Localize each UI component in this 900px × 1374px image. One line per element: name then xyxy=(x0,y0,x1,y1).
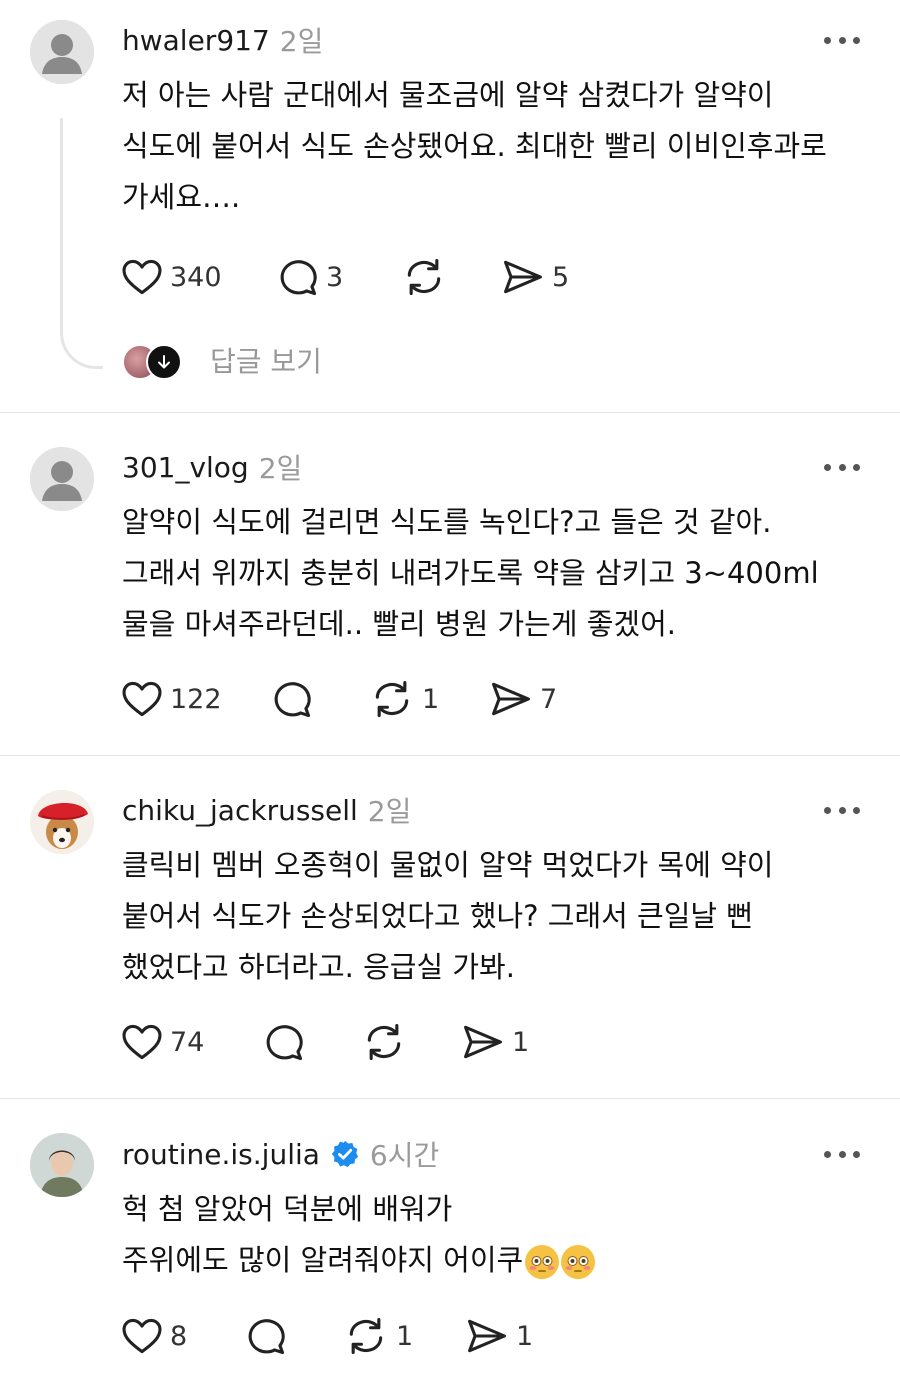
repost-button[interactable]: 1 xyxy=(342,1312,413,1360)
flushed-face-emoji-icon xyxy=(561,1245,596,1279)
timestamp: 2일 xyxy=(258,452,303,485)
view-replies-label[interactable]: 답글 보기 xyxy=(210,340,322,380)
heart-icon xyxy=(122,259,162,295)
like-count: 74 xyxy=(170,1026,205,1058)
comment-line: 했었다고 하더라고. 응급실 가봐. xyxy=(122,950,515,984)
reply-button[interactable] xyxy=(262,1018,312,1066)
like-count: 122 xyxy=(170,683,222,715)
send-icon xyxy=(492,682,530,716)
repost-icon xyxy=(349,1317,383,1355)
dog-photo-avatar-icon xyxy=(30,790,94,854)
repost-count: 1 xyxy=(396,1320,414,1352)
repost-count: 1 xyxy=(422,683,440,715)
like-button[interactable]: 340 xyxy=(120,253,222,301)
share-button[interactable]: 7 xyxy=(488,675,557,723)
avatar[interactable] xyxy=(30,1133,94,1197)
more-options-icon[interactable] xyxy=(824,1144,860,1164)
comment-line: 저 아는 사람 군대에서 물조금에 알약 삼켰다가 알약이 xyxy=(122,78,774,112)
comment-3: chiku_jackrussell 2일 클릭비 멤버 오종혁이 물없이 알약 … xyxy=(0,756,900,1098)
comment-line: 주위에도 많이 알려줘야지 어이쿠 xyxy=(122,1235,882,1286)
share-count: 1 xyxy=(516,1320,534,1352)
comment-line: 그래서 위까지 충분히 내려가도록 약을 삼키고 3~400ml xyxy=(122,556,819,590)
repost-icon xyxy=(407,258,441,296)
comment-header: 301_vlog 2일 xyxy=(122,445,302,489)
share-button[interactable]: 1 xyxy=(464,1312,533,1360)
username[interactable]: chiku_jackrussell xyxy=(122,794,358,827)
more-options-icon[interactable] xyxy=(824,457,860,477)
default-person-avatar-icon xyxy=(30,447,94,511)
timestamp: 6시간 xyxy=(369,1139,440,1172)
reply-button[interactable]: 3 xyxy=(276,253,343,301)
comment-header: hwaler917 2일 xyxy=(122,18,323,62)
repost-icon xyxy=(375,680,409,718)
share-button[interactable]: 5 xyxy=(500,253,569,301)
comment-text: 알약이 식도에 걸리면 식도를 녹인다?고 들은 것 같아. 그래서 위까지 충… xyxy=(122,497,882,650)
comment-header: routine.is.julia 6시간 xyxy=(122,1132,439,1176)
timestamp: 2일 xyxy=(279,25,324,58)
comment-text: 클릭비 멤버 오종혁이 물없이 알약 먹었다가 목에 약이 붙어서 식도가 손상… xyxy=(122,840,882,993)
thread-line xyxy=(60,118,103,369)
more-options-icon[interactable] xyxy=(824,800,860,820)
view-replies[interactable]: 답글 보기 xyxy=(120,338,322,382)
reply-button[interactable] xyxy=(244,1312,294,1360)
repost-icon xyxy=(367,1023,401,1061)
comment-line: 알약이 식도에 걸리면 식도를 녹인다?고 들은 것 같아. xyxy=(122,505,772,539)
heart-icon xyxy=(122,1024,162,1060)
avatar[interactable] xyxy=(30,447,94,511)
like-button[interactable]: 74 xyxy=(120,1018,204,1066)
repost-button[interactable]: 1 xyxy=(368,675,439,723)
comment-text: 저 아는 사람 군대에서 물조금에 알약 삼켰다가 알약이 식도에 붙어서 식도… xyxy=(122,70,882,223)
share-button[interactable]: 1 xyxy=(460,1018,529,1066)
comment-bubble-icon xyxy=(280,260,317,296)
more-options-icon[interactable] xyxy=(824,30,860,50)
person-photo-avatar-icon xyxy=(30,1133,94,1197)
comment-line-text: 주위에도 많이 알려줘야지 어이쿠 xyxy=(122,1243,524,1277)
comment-line: 붙어서 식도가 손상되었다고 했나? 그래서 큰일날 뻔 xyxy=(122,899,753,933)
avatar[interactable] xyxy=(30,20,94,84)
reply-button[interactable] xyxy=(270,675,320,723)
avatar[interactable] xyxy=(30,790,94,854)
comment-line: 가세요…. xyxy=(122,180,241,214)
heart-icon xyxy=(122,681,162,717)
username[interactable]: routine.is.julia xyxy=(122,1138,320,1171)
repost-button[interactable] xyxy=(360,1018,414,1066)
comment-4: routine.is.julia 6시간 헉 첨 알았어 덕분에 배워가 주위에… xyxy=(0,1099,900,1374)
comment-line: 클릭비 멤버 오종혁이 물없이 알약 먹었다가 목에 약이 xyxy=(122,848,774,882)
send-icon xyxy=(464,1025,502,1059)
share-count: 1 xyxy=(512,1026,530,1058)
comment-bubble-icon xyxy=(266,1025,303,1061)
reply-avatars xyxy=(120,342,188,380)
like-button[interactable]: 122 xyxy=(120,675,222,723)
username[interactable]: hwaler917 xyxy=(122,24,270,57)
like-count: 340 xyxy=(170,261,222,293)
comment-line: 물을 마셔주라던데.. 빨리 병원 가는게 좋겠어. xyxy=(122,607,676,641)
comment-line: 헉 첨 알았어 덕분에 배워가 xyxy=(122,1192,453,1226)
like-button[interactable]: 8 xyxy=(120,1312,187,1360)
send-icon xyxy=(468,1319,506,1353)
username[interactable]: 301_vlog xyxy=(122,451,249,484)
timestamp: 2일 xyxy=(367,795,412,828)
arrow-down-icon xyxy=(146,344,182,380)
comment-1: hwaler917 2일 저 아는 사람 군대에서 물조금에 알약 삼켰다가 알… xyxy=(0,0,900,412)
comment-line: 식도에 붙어서 식도 손상됐어요. 최대한 빨리 이비인후과로 xyxy=(122,129,827,163)
heart-icon xyxy=(122,1318,162,1354)
comment-text: 헉 첨 알았어 덕분에 배워가 주위에도 많이 알려줘야지 어이쿠 xyxy=(122,1184,882,1286)
comment-header: chiku_jackrussell 2일 xyxy=(122,788,411,832)
comment-bubble-icon xyxy=(274,682,311,718)
share-count: 5 xyxy=(552,261,570,293)
reply-count: 3 xyxy=(326,261,344,293)
verified-badge-icon xyxy=(331,1140,359,1168)
default-person-avatar-icon xyxy=(30,20,94,84)
send-icon xyxy=(504,260,542,294)
repost-button[interactable] xyxy=(400,253,454,301)
flushed-face-emoji-icon xyxy=(525,1245,560,1279)
comment-2: 301_vlog 2일 알약이 식도에 걸리면 식도를 녹인다?고 들은 것 같… xyxy=(0,413,900,755)
share-count: 7 xyxy=(540,683,558,715)
comment-bubble-icon xyxy=(248,1319,285,1355)
like-count: 8 xyxy=(170,1320,188,1352)
